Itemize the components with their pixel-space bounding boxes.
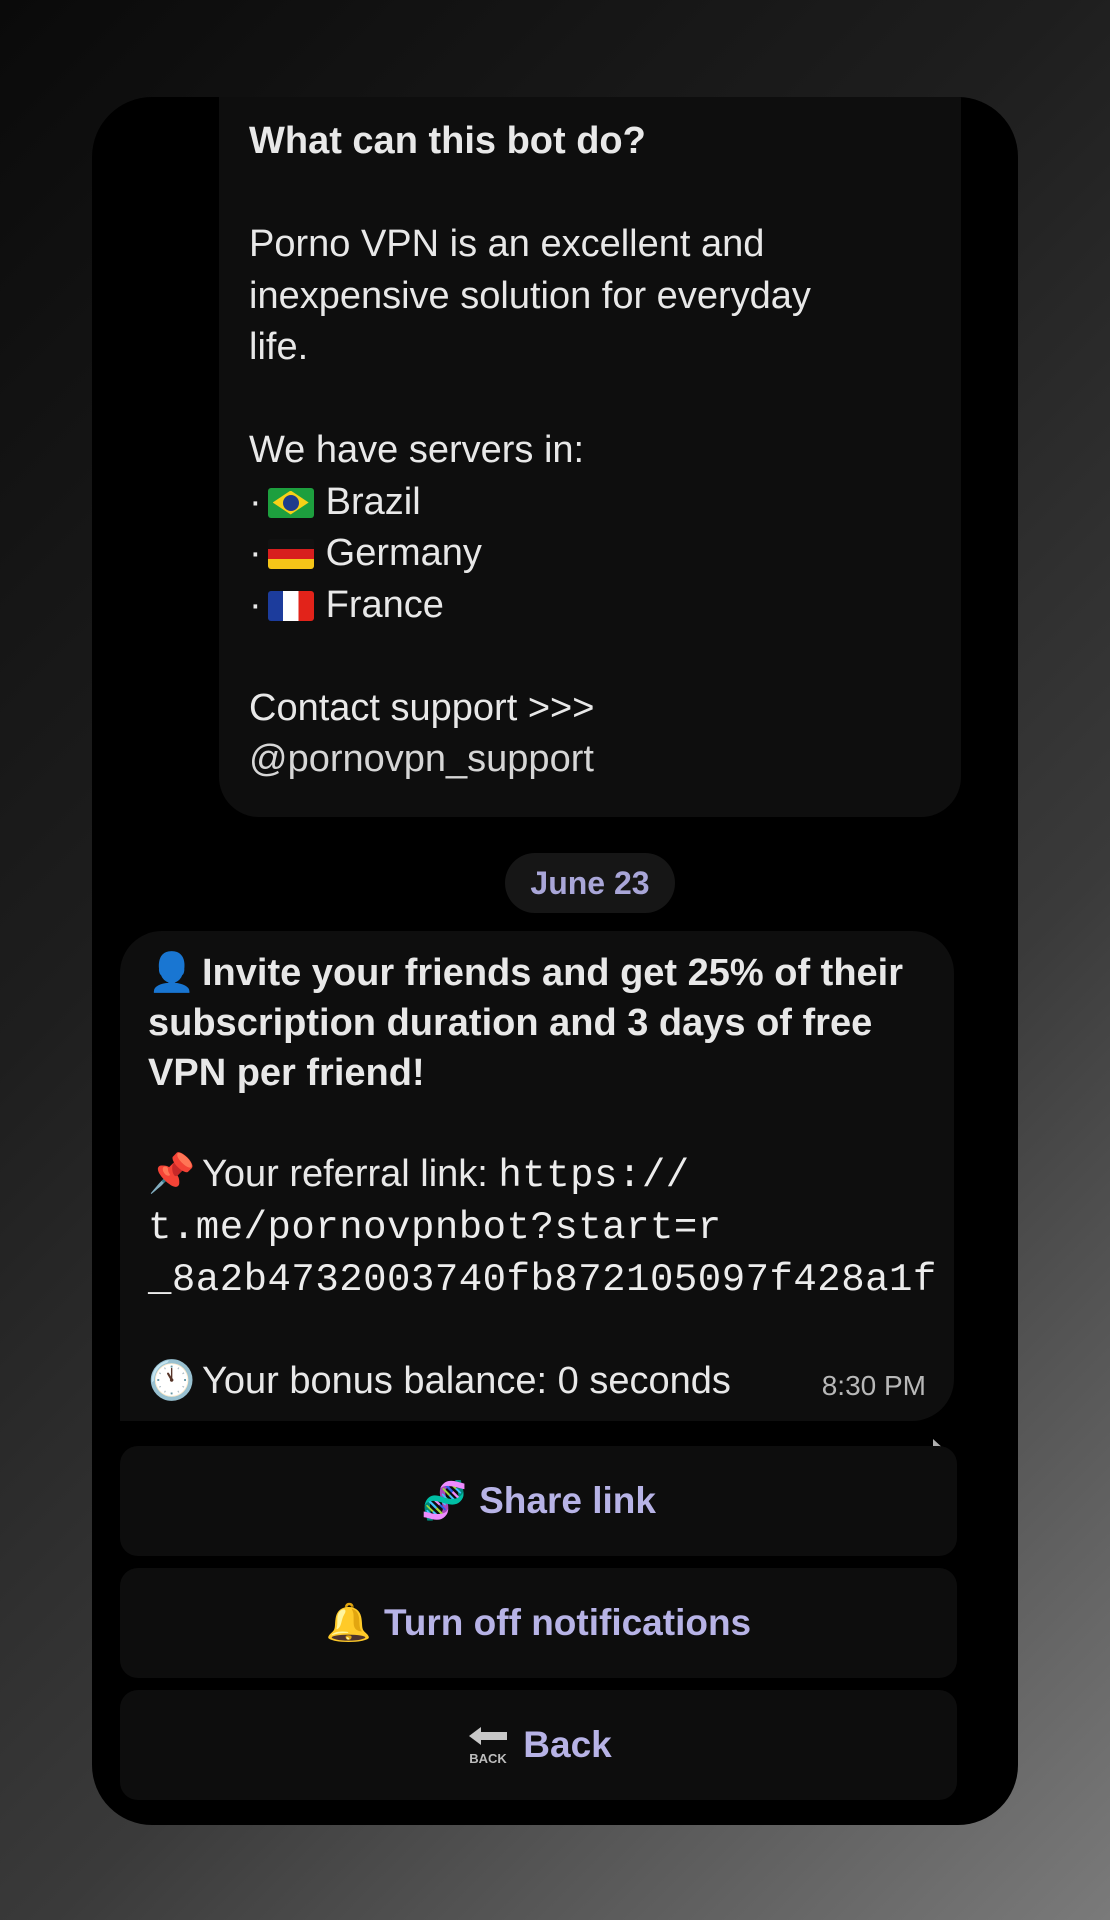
support-handle-link[interactable]: @pornovpn_support	[249, 734, 931, 786]
server-item-brazil: · Brazil	[249, 480, 421, 523]
support-label: Contact support >>>	[249, 686, 595, 729]
bot-description-line: life.	[249, 326, 309, 368]
servers-heading: We have servers in:	[249, 429, 585, 471]
france-flag-icon	[267, 590, 314, 621]
referral-url-line[interactable]: https://	[498, 1154, 689, 1198]
pushpin-icon: 📌	[148, 1151, 196, 1195]
referral-link-text: 📌 Your referral link: https:// t.me/porno…	[148, 1148, 936, 1305]
referral-url-line[interactable]: _8a2b4732003740fb872105097f428a1f	[148, 1258, 937, 1302]
user-silhouette-icon: 👤	[148, 950, 196, 994]
turn-off-notifications-button[interactable]: 🔔 Turn off notifications	[120, 1568, 957, 1678]
invite-text: 👤 Invite your friends and get 25% of thei…	[148, 947, 926, 1098]
back-arrow-icon: BACK	[465, 1724, 511, 1766]
svg-text:BACK: BACK	[469, 1751, 507, 1766]
bot-description-title: What can this bot do?	[249, 120, 646, 162]
message-timestamp: 8:30 PM	[821, 1370, 926, 1401]
bonus-balance-text: 🕚 Your bonus balance: 0 seconds	[148, 1355, 926, 1406]
share-link-label: Share link	[479, 1480, 656, 1521]
share-link-button[interactable]: 🧬 Share link	[120, 1446, 957, 1556]
back-button[interactable]: BACK Back	[120, 1690, 957, 1800]
date-separator: June 23	[505, 853, 675, 913]
bot-description-line: Porno VPN is an excellent and	[249, 223, 765, 265]
bell-icon: 🔔	[325, 1601, 372, 1643]
clock-icon: 🕚	[148, 1358, 196, 1402]
referral-url-line[interactable]: t.me/pornovpnbot?start=r	[148, 1206, 722, 1250]
turn-off-notifications-label: Turn off notifications	[383, 1602, 752, 1643]
server-item-france: · France	[249, 583, 444, 626]
dna-icon: 🧬	[421, 1479, 468, 1521]
back-label: Back	[523, 1724, 612, 1765]
bot-description-line: inexpensive solution for everyday	[249, 274, 811, 317]
brazil-flag-icon	[267, 487, 314, 518]
bot-description-bubble: What can this bot do? Porno VPN is an ex…	[219, 97, 961, 817]
referral-message-bubble: 👤 Invite your friends and get 25% of thei…	[120, 931, 954, 1421]
germany-flag-icon	[267, 539, 314, 569]
server-item-germany: · Germany	[249, 532, 482, 574]
phone-screen: What can this bot do? Porno VPN is an ex…	[92, 97, 1018, 1825]
